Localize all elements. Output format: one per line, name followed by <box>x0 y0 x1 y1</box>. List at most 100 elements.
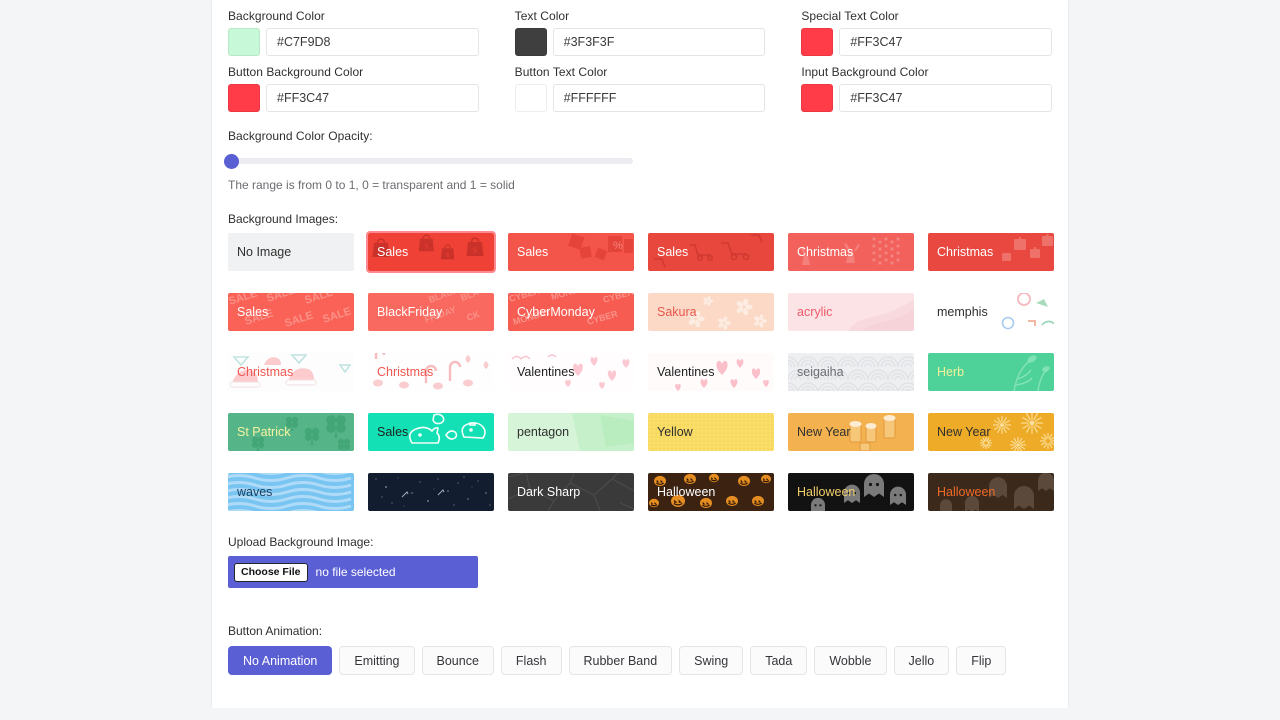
svg-text:MONDAY: MONDAY <box>512 307 552 327</box>
background-image-tile-halloween-pumpkin[interactable]: Halloween <box>648 473 774 511</box>
christmas-hats-pattern-icon <box>228 353 354 391</box>
animation-option-flip[interactable]: Flip <box>956 646 1007 675</box>
color-hex-input[interactable] <box>266 84 479 112</box>
animation-option-bounce[interactable]: Bounce <box>421 646 494 675</box>
svg-text:S: S <box>424 243 428 251</box>
memphis-pattern-icon <box>928 293 1054 331</box>
settings-panel: Background Color Text Color Special Text C… <box>212 0 1068 708</box>
background-image-tile-new-year-firework[interactable]: New Year <box>928 413 1054 451</box>
button-animation-options: No Animation Emitting Bounce Flash Rubber Ba… <box>228 646 1052 675</box>
background-image-tile-halloween-brown[interactable]: Halloween <box>928 473 1054 511</box>
upload-label: Upload Background Image: <box>228 535 374 549</box>
background-image-tile-christmas-deer[interactable]: Christmas <box>788 233 914 271</box>
opacity-label: Background Color Opacity: <box>228 129 373 143</box>
animation-option-flash[interactable]: Flash <box>500 646 562 675</box>
background-image-tile-waves[interactable]: waves <box>228 473 354 511</box>
svg-text:BLACK: BLACK <box>427 293 460 305</box>
animation-option-emitting[interactable]: Emitting <box>339 646 415 675</box>
svg-text:SALE: SALE <box>321 305 353 325</box>
background-image-tile-sakura[interactable]: Sakura <box>648 293 774 331</box>
button-animation-label: Button Animation: <box>228 624 323 638</box>
animation-option-wobble[interactable]: Wobble <box>814 646 887 675</box>
color-hex-input[interactable] <box>552 84 766 112</box>
file-status-text: no file selected <box>315 565 396 579</box>
background-image-tile-no-image[interactable]: No Image <box>228 233 354 271</box>
background-image-tile-christmas-hats[interactable]: Christmas <box>228 353 354 391</box>
color-swatch[interactable] <box>514 84 547 112</box>
color-swatch[interactable] <box>228 28 260 56</box>
sales-piggy-pattern-icon <box>368 413 494 451</box>
valentines-bold-pattern-icon <box>648 353 774 391</box>
background-image-tile-st-patrick[interactable]: St Patrick <box>228 413 354 451</box>
animation-option-tada[interactable]: Tada <box>750 646 808 675</box>
svg-text:MONDAY: MONDAY <box>550 293 590 302</box>
background-image-tile-memphis[interactable]: memphis <box>928 293 1054 331</box>
color-hex-input[interactable] <box>552 28 766 56</box>
background-image-tile-christmas-gifts[interactable]: Christmas <box>928 233 1054 271</box>
upload-file-input[interactable]: Choose File no file selected <box>228 556 478 588</box>
background-image-tile-cybermonday[interactable]: CYBERMONDAYCYBERMONDAYCYBERCyberMonday <box>508 293 634 331</box>
valentines-pink-pattern-icon <box>508 353 634 391</box>
opacity-block: Background Color Opacity: The range is f… <box>224 128 1052 193</box>
background-image-tile-sales-sale[interactable]: SALE SALE SALE SALE SALE SALE Sales <box>228 293 354 331</box>
background-image-tile-pentagon[interactable]: pentagon <box>508 413 634 451</box>
svg-text:BLA: BLA <box>459 293 480 303</box>
background-image-tile-sales-cart[interactable]: Sales <box>648 233 774 271</box>
background-image-tile-sales-bags[interactable]: S S S S Sales <box>366 231 496 273</box>
choose-file-button[interactable]: Choose File <box>234 562 308 582</box>
dark-sharp-pattern-icon <box>508 473 634 511</box>
color-field-label: Special Text Color <box>801 9 899 23</box>
background-image-tile-herb[interactable]: Herb <box>928 353 1054 391</box>
sales-percent-pattern-icon: % <box>508 233 634 271</box>
color-fields-grid: Background Color Text Color Special Text C… <box>228 8 1052 120</box>
background-image-tile-valentines-pink[interactable]: Valentines <box>508 353 634 391</box>
color-swatch[interactable] <box>801 28 834 56</box>
animation-option-swing[interactable]: Swing <box>679 646 744 675</box>
acrylic-pattern-icon <box>788 293 914 331</box>
slider-track[interactable] <box>228 158 633 164</box>
animation-option-no-animation[interactable]: No Animation <box>228 646 333 675</box>
waves-pattern-icon <box>228 473 354 511</box>
background-image-tile-new-year-beer[interactable]: New Year <box>788 413 914 451</box>
background-image-tile-dark-sharp[interactable]: Dark Sharp <box>508 473 634 511</box>
color-swatch[interactable] <box>801 84 834 112</box>
color-hex-input[interactable] <box>839 84 1052 112</box>
color-hex-input[interactable] <box>266 28 479 56</box>
animation-option-jello[interactable]: Jello <box>893 646 950 675</box>
cybermonday-pattern-icon: CYBER MONDAY CYBER MONDAY CYBER <box>508 293 634 331</box>
svg-text:CYBER: CYBER <box>508 293 541 304</box>
seigaiha-pattern-icon <box>788 353 914 391</box>
svg-text:SALE: SALE <box>228 293 259 308</box>
blackfriday-pattern-icon: BLACK BLA FRIDAY CK <box>368 293 494 331</box>
svg-text:S: S <box>473 246 477 255</box>
color-field-label: Button Background Color <box>228 65 364 79</box>
halloween-ghost-pattern-icon <box>788 473 914 511</box>
svg-text:S: S <box>446 252 450 259</box>
svg-text:FRIDAY: FRIDAY <box>423 304 457 325</box>
background-image-tile-seigaiha[interactable]: seigaiha <box>788 353 914 391</box>
color-field-label: Background Color <box>228 9 325 23</box>
sakura-pattern-icon <box>648 293 774 331</box>
opacity-slider[interactable] <box>224 151 633 171</box>
background-image-tile-christmas-candy[interactable]: Christmas <box>368 353 494 391</box>
background-image-tile-valentines-bold[interactable]: Valentines <box>648 353 774 391</box>
st-patrick-pattern-icon <box>228 413 354 451</box>
svg-text:SALE: SALE <box>243 307 275 327</box>
background-image-tile-yellow[interactable]: Yellow <box>648 413 774 451</box>
slider-thumb[interactable] <box>224 154 239 169</box>
svg-text:SALE: SALE <box>303 293 335 307</box>
opacity-helper-text: The range is from 0 to 1, 0 = transparen… <box>228 178 515 192</box>
background-image-tile-halloween-ghost[interactable]: Halloween <box>788 473 914 511</box>
color-hex-input[interactable] <box>839 28 1052 56</box>
background-image-tile-blackfriday[interactable]: BLACK BLA FRIDAY CK BlackFriday <box>368 293 494 331</box>
animation-option-rubber-band[interactable]: Rubber Band <box>568 646 673 675</box>
color-field: Button Text Color <box>514 64 766 112</box>
halloween-pumpkin-pattern-icon <box>648 473 774 511</box>
color-field: Text Color <box>514 8 766 56</box>
background-image-tile-sales-percent[interactable]: % Sales <box>508 233 634 271</box>
background-image-tile-night-sky[interactable] <box>368 473 494 511</box>
background-image-tile-acrylic[interactable]: acrylic <box>788 293 914 331</box>
color-swatch[interactable] <box>228 84 260 112</box>
background-image-tile-sales-piggy[interactable]: Sales <box>368 413 494 451</box>
color-swatch[interactable] <box>514 28 547 56</box>
